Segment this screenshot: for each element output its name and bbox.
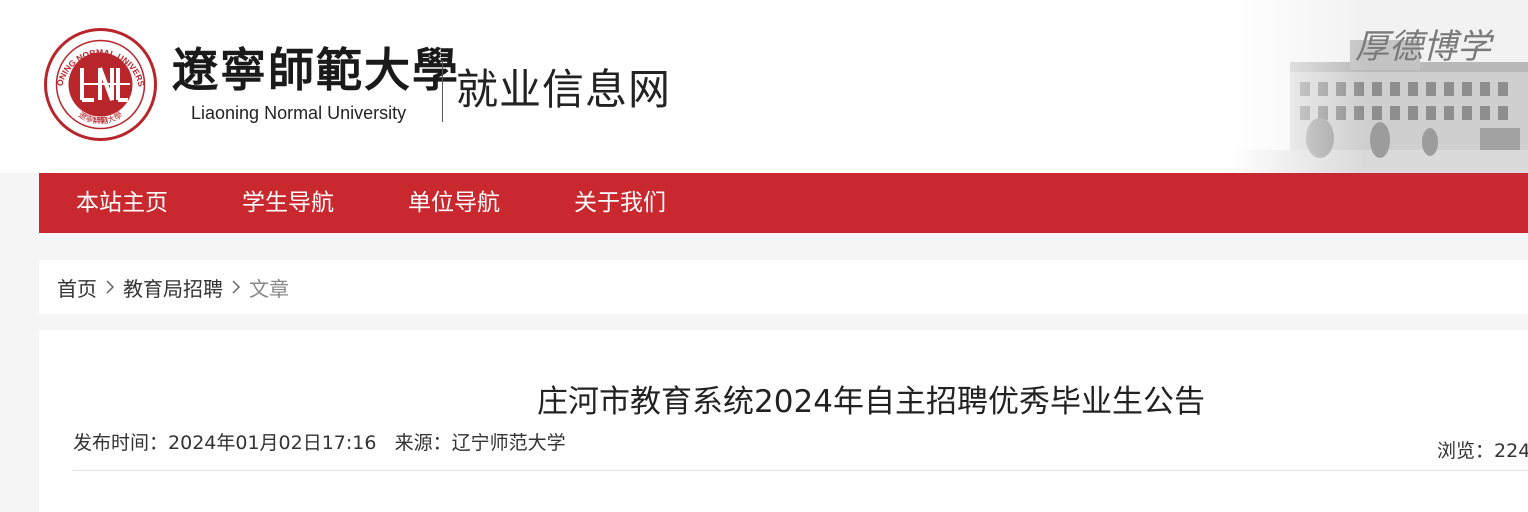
article-title: 庄河市教育系统2024年自主招聘优秀毕业生公告 [537,384,1205,420]
nav-item-employer[interactable]: 单位导航 [371,173,537,233]
chevron-right-icon [231,280,241,294]
university-name-cn[interactable]: 遼寧師範大學 [172,42,460,98]
campus-building-banner: 厚德博学 [1230,0,1528,173]
nav-item-about[interactable]: 关于我们 [537,173,703,233]
motto-calligraphy: 厚德博学 [1355,27,1495,67]
nav-item-student[interactable]: 学生导航 [205,173,371,233]
source-value: 辽宁师范大学 [451,432,566,454]
article-meta: 发布时间：2024年01月02日17:16 来源：辽宁师范大学 [73,428,566,455]
source-label: 来源： [394,432,452,454]
breadcrumb-category[interactable]: 教育局招聘 [123,273,223,302]
views-value: 224 [1494,440,1528,462]
university-name-en[interactable]: Liaoning Normal University [191,103,406,124]
publish-time-label: 发布时间： [73,432,169,454]
view-count: 浏览：224 [1437,436,1528,463]
breadcrumb-current: 文章 [249,276,289,301]
meta-divider [73,470,1528,471]
article-panel: 庄河市教育系统2024年自主招聘优秀毕业生公告 发布时间：2024年01月02日… [39,330,1528,512]
views-label: 浏览： [1437,440,1495,462]
site-name[interactable]: 就业信息网 [456,62,671,118]
publish-time-value: 2024年01月02日17:16 [168,432,377,454]
main-nav: 本站主页 学生导航 单位导航 关于我们 [39,173,1528,233]
chevron-right-icon [105,280,115,294]
nav-item-home[interactable]: 本站主页 [39,173,205,233]
university-emblem-logo[interactable]: LIAONING NORMAL UNIVERSITY 遼寧師範大學 1951 [44,28,157,141]
site-header: LIAONING NORMAL UNIVERSITY 遼寧師範大學 1951 遼… [0,0,1528,173]
emblem-year: 1951 [93,117,109,124]
breadcrumb: 首页 教育局招聘 文章 [39,260,1528,314]
brand-divider [442,60,443,122]
breadcrumb-home[interactable]: 首页 [57,273,97,302]
